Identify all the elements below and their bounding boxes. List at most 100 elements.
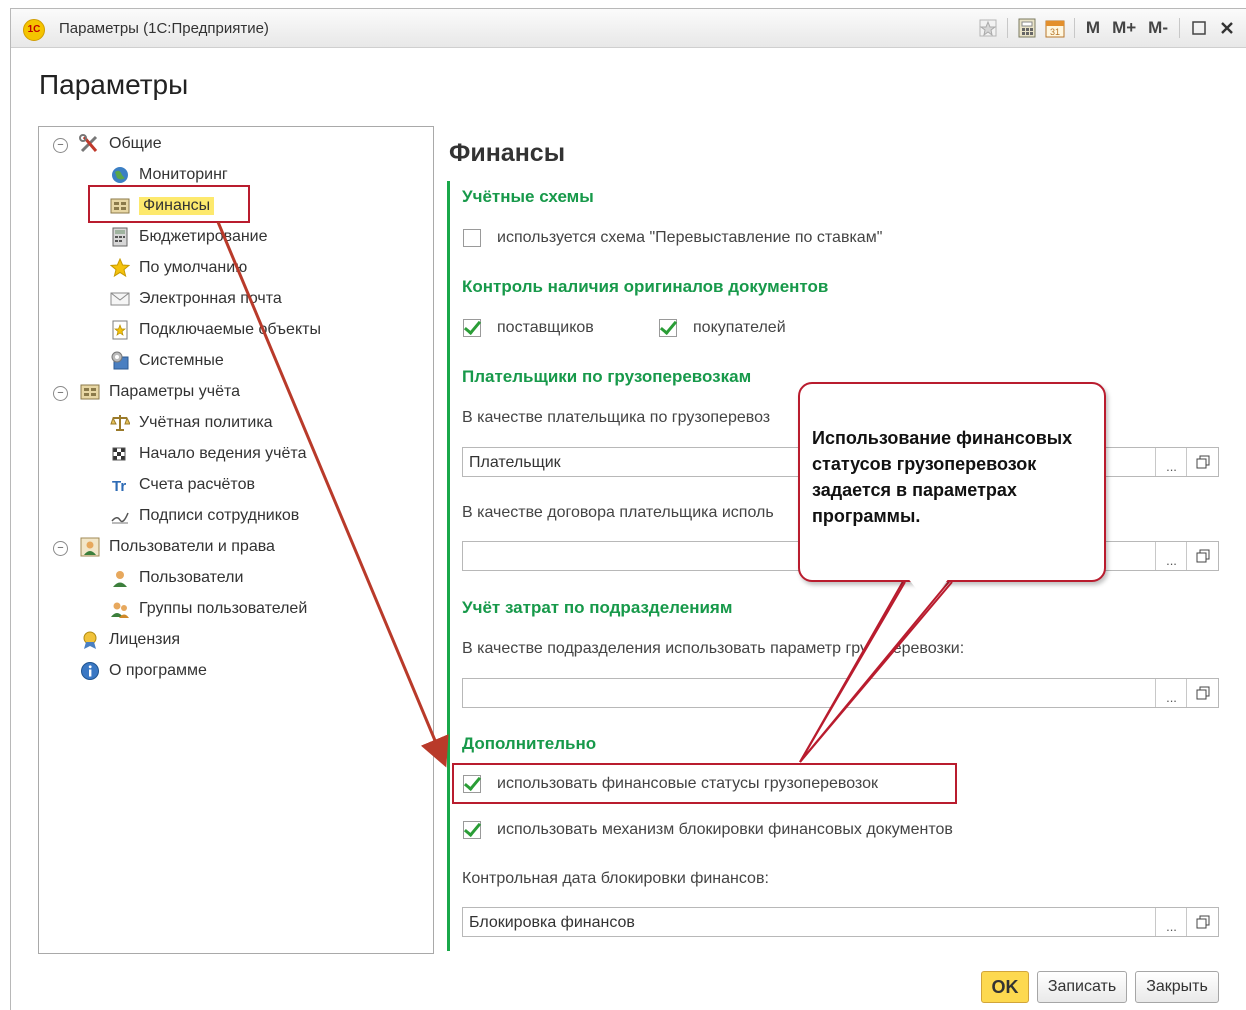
select-button[interactable]: ... (1155, 908, 1187, 936)
tree-item-label: Пользователи (139, 569, 244, 586)
open-icon[interactable] (1186, 908, 1218, 936)
ok-button[interactable]: OK (981, 971, 1029, 1003)
tree-item-label: По умолчанию (139, 259, 248, 276)
mail-icon (109, 289, 131, 309)
users-rights-icon (79, 537, 101, 557)
tree-item-signatures[interactable]: Подписи сотрудников (109, 503, 299, 529)
settings-tree: − Общие Мониторинг Финансы Бюджетировани… (38, 126, 434, 954)
lock-date-value: Блокировка финансов (469, 914, 635, 931)
star-icon (109, 258, 131, 278)
tree-item-label: Параметры учёта (109, 383, 241, 400)
select-button[interactable]: ... (1155, 448, 1187, 476)
title-bar: 1С Параметры (1С:Предприятие) 31 M M+ M- (11, 9, 1246, 48)
lock-date-field[interactable]: Блокировка финансов ... (462, 907, 1219, 937)
license-icon (79, 630, 101, 650)
callout-text: Использование финансовых статусов грузоп… (812, 428, 1073, 526)
svg-text:31: 31 (1050, 27, 1060, 37)
tree-item-label: Лицензия (109, 631, 181, 648)
buyers-checkbox-row[interactable]: покупателей (659, 319, 786, 337)
payer-field-label: В качестве плательщика по грузоперевоз (462, 409, 771, 426)
rebilling-scheme-checkbox[interactable] (463, 229, 481, 247)
tree-item-settlement-accounts[interactable]: Tr Счета расчётов (109, 472, 255, 498)
originals-control-heading: Контроль наличия оригиналов документов (462, 277, 829, 296)
open-icon[interactable] (1186, 679, 1218, 707)
tree-item-label: Мониторинг (139, 166, 228, 183)
select-button[interactable]: ... (1155, 679, 1187, 707)
accounts-icon: Tr (109, 475, 131, 495)
division-field-label: В качестве подразделения использовать па… (462, 640, 965, 657)
tree-item-plugins[interactable]: Подключаемые объекты (109, 317, 321, 343)
tree-item-label: Пользователи и права (109, 538, 275, 555)
lock-date-label: Контрольная дата блокировки финансов: (462, 870, 769, 887)
rebilling-scheme-checkbox-row[interactable]: используется схема "Перевыставление по с… (463, 229, 882, 247)
tree-item-budgeting[interactable]: Бюджетирование (109, 224, 268, 250)
tree-item-accounting-policy[interactable]: Учётная политика (109, 410, 273, 436)
lock-mechanism-checkbox[interactable] (463, 821, 481, 839)
system-icon (109, 351, 131, 371)
toolbar-separator (1006, 18, 1008, 38)
title-toolbar: 31 M M+ M- (977, 15, 1238, 41)
accounting-icon (79, 382, 101, 402)
finance-highlight-box (88, 185, 250, 223)
rebilling-scheme-label: используется схема "Перевыставление по с… (497, 229, 883, 246)
tree-item-label: Счета расчётов (139, 476, 255, 493)
signature-icon (109, 506, 131, 526)
memory-m-button[interactable]: M (1083, 18, 1103, 38)
calculator-icon (109, 227, 131, 247)
tree-item-email[interactable]: Электронная почта (109, 286, 282, 312)
lock-mechanism-label: использовать механизм блокировки финансо… (497, 821, 953, 838)
toolbar-separator (1073, 18, 1075, 38)
tree-item-general[interactable]: Общие (79, 131, 162, 157)
tree-item-accounting-params[interactable]: Параметры учёта (79, 379, 240, 405)
payers-heading: Плательщики по грузоперевозкам (462, 367, 752, 386)
tree-item-label: Подписи сотрудников (139, 507, 300, 524)
suppliers-checkbox-row[interactable]: поставщиков (463, 319, 594, 337)
maximize-icon[interactable] (1188, 17, 1210, 39)
save-button[interactable]: Записать (1037, 971, 1127, 1003)
flag-icon (109, 444, 131, 464)
tree-item-label: Группы пользователей (139, 600, 308, 617)
tree-item-defaults[interactable]: По умолчанию (109, 255, 247, 281)
memory-plus-button[interactable]: M+ (1109, 18, 1139, 38)
tree-item-label: Начало ведения учёта (139, 445, 307, 462)
open-icon[interactable] (1186, 542, 1218, 570)
costs-heading: Учёт затрат по подразделениям (462, 598, 733, 617)
tree-item-license[interactable]: Лицензия (79, 627, 180, 653)
favorite-icon[interactable] (977, 17, 999, 39)
collapse-toggle-icon[interactable]: − (53, 386, 68, 401)
tree-item-label: Учётная политика (139, 414, 273, 431)
open-icon[interactable] (1186, 448, 1218, 476)
calendar-icon[interactable]: 31 (1044, 17, 1066, 39)
tree-item-users[interactable]: Пользователи (109, 565, 243, 591)
close-icon[interactable] (1216, 17, 1238, 39)
payer-field-value: Плательщик (469, 454, 561, 471)
tree-item-label: Общие (109, 135, 162, 152)
calculator-icon[interactable] (1016, 17, 1038, 39)
tree-item-label: Бюджетирование (139, 228, 268, 245)
collapse-toggle-icon[interactable]: − (53, 541, 68, 556)
division-field[interactable]: ... (462, 678, 1219, 708)
tree-item-user-groups[interactable]: Группы пользователей (109, 596, 307, 622)
contract-field-label: В качестве договора плательщика исполь (462, 504, 774, 521)
tree-item-accounting-start[interactable]: Начало ведения учёта (109, 441, 306, 467)
section-title: Финансы (449, 139, 566, 167)
close-button[interactable]: Закрыть (1135, 971, 1219, 1003)
svg-text:Tr: Tr (112, 478, 126, 494)
lock-mechanism-checkbox-row[interactable]: использовать механизм блокировки финансо… (463, 821, 953, 839)
select-button[interactable]: ... (1155, 542, 1187, 570)
buyers-checkbox[interactable] (659, 319, 677, 337)
tree-item-system[interactable]: Системные (109, 348, 224, 374)
page-title: Параметры (39, 69, 189, 100)
suppliers-label: поставщиков (497, 319, 594, 336)
tree-item-about[interactable]: О программе (79, 658, 207, 684)
tree-item-label: О программе (109, 662, 207, 679)
fin-status-highlight-box (452, 763, 957, 804)
collapse-toggle-icon[interactable]: − (53, 138, 68, 153)
suppliers-checkbox[interactable] (463, 319, 481, 337)
tree-item-users-rights[interactable]: Пользователи и права (79, 534, 275, 560)
additional-heading: Дополнительно (462, 734, 597, 753)
tools-icon (79, 134, 101, 154)
memory-minus-button[interactable]: M- (1145, 18, 1171, 38)
user-group-icon (109, 599, 131, 619)
tree-item-label: Электронная почта (139, 290, 282, 307)
